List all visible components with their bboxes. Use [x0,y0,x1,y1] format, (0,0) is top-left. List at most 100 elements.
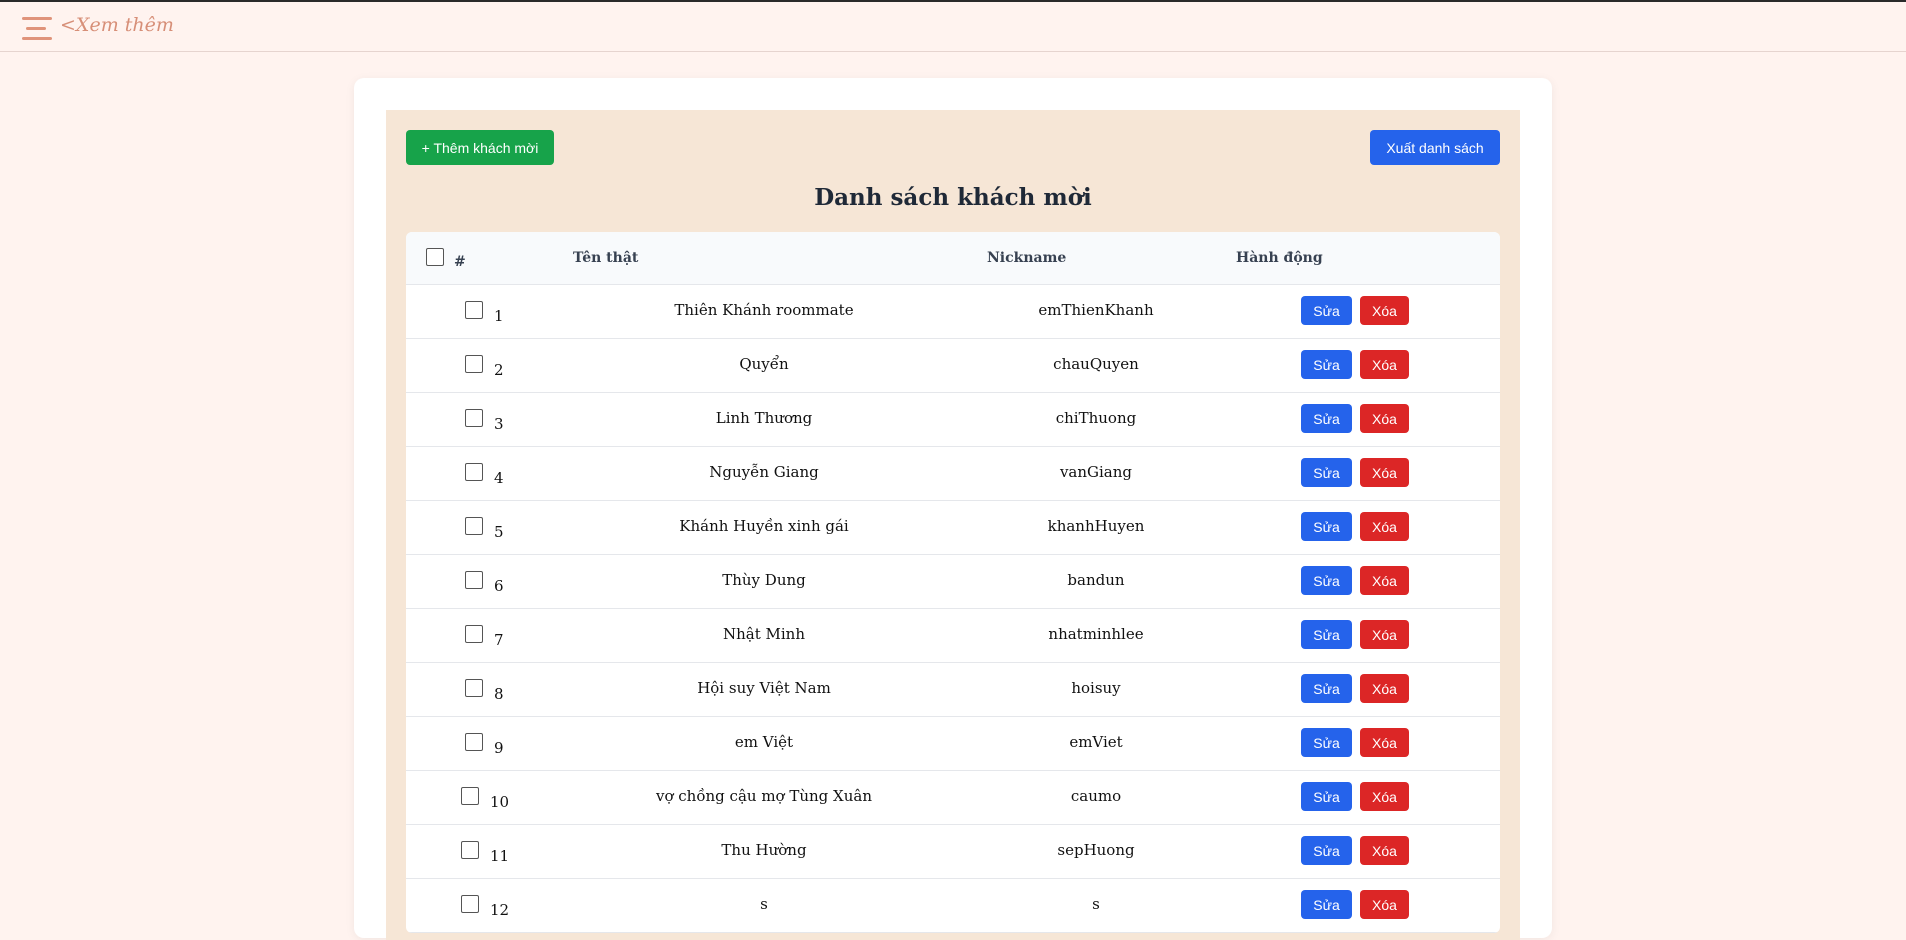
row-real-name: s [760,895,768,913]
table-row: 6 Thùy Dung bandun Sửa Xóa [406,555,1500,609]
edit-button[interactable]: Sửa [1301,620,1352,649]
edit-button[interactable]: Sửa [1301,404,1352,433]
row-index: 4 [494,469,504,487]
row-nickname: s [1092,895,1100,913]
row-nickname: emThienKhanh [1038,301,1154,319]
see-more-link[interactable]: <Xem thêm [60,14,174,36]
add-guest-button[interactable]: + Thêm khách mời [406,130,554,165]
row-nickname: caumo [1070,787,1122,805]
delete-button[interactable]: Xóa [1360,566,1409,595]
table-row: 12 s s Sửa Xóa [406,879,1500,933]
row-checkbox[interactable] [465,463,483,481]
row-real-name: Quyển [739,355,789,373]
row-checkbox[interactable] [461,895,479,913]
edit-button[interactable]: Sửa [1301,458,1352,487]
table-row: 5 Khánh Huyền xinh gái khanhHuyen Sửa Xóa [406,501,1500,555]
row-checkbox[interactable] [465,409,483,427]
row-checkbox[interactable] [465,571,483,589]
table-row: 1 Thiên Khánh roommate emThienKhanh Sửa Xóa [406,285,1500,339]
row-real-name: Khánh Huyền xinh gái [679,517,849,535]
row-nickname: chiThuong [1055,409,1137,427]
edit-button[interactable]: Sửa [1301,566,1352,595]
top-bar: <Xem thêm [0,2,1906,52]
edit-button[interactable]: Sửa [1301,836,1352,865]
row-real-name: Hội suy Việt Nam [697,679,831,697]
page-title: Danh sách khách mời [814,184,1092,211]
edit-button[interactable]: Sửa [1301,296,1352,325]
hamburger-menu-icon[interactable] [22,15,52,40]
row-real-name: Linh Thương [715,409,813,427]
delete-button[interactable]: Xóa [1360,836,1409,865]
header-nickname: Nickname [987,250,1067,266]
row-real-name: em Việt [734,733,794,751]
row-index: 1 [494,307,504,325]
guest-table: # Tên thật Nickname Hành động 1 Thiên Khá… [406,232,1500,933]
table-row: 3 Linh Thương chiThuong Sửa Xóa [406,393,1500,447]
row-checkbox[interactable] [465,301,483,319]
row-real-name: Nhật Minh [722,625,805,643]
edit-button[interactable]: Sửa [1301,782,1352,811]
row-checkbox[interactable] [465,625,483,643]
delete-button[interactable]: Xóa [1360,512,1409,541]
row-index: 6 [494,577,504,595]
delete-button[interactable]: Xóa [1360,674,1409,703]
row-checkbox[interactable] [461,787,479,805]
row-real-name: Thu Hường [721,841,807,859]
main-card: + Thêm khách mời Xuất danh sách Danh sác… [354,78,1552,940]
delete-button[interactable]: Xóa [1360,296,1409,325]
export-list-button[interactable]: Xuất danh sách [1370,130,1500,165]
row-index: 11 [490,847,510,865]
row-checkbox[interactable] [465,733,483,751]
delete-button[interactable]: Xóa [1360,728,1409,757]
row-checkbox[interactable] [465,679,483,697]
delete-button[interactable]: Xóa [1360,458,1409,487]
row-checkbox[interactable] [465,517,483,535]
row-nickname: sepHuong [1057,841,1135,859]
delete-button[interactable]: Xóa [1360,782,1409,811]
table-row: 8 Hội suy Việt Nam hoisuy Sửa Xóa [406,663,1500,717]
row-real-name: Nguyễn Giang [709,463,819,481]
row-nickname: chauQuyen [1053,355,1139,373]
table-row: 2 Quyển chauQuyen Sửa Xóa [406,339,1500,393]
row-index: 10 [490,793,510,811]
row-checkbox[interactable] [461,841,479,859]
row-nickname: nhatminhlee [1048,625,1144,643]
row-index: 8 [494,685,504,703]
delete-button[interactable]: Xóa [1360,620,1409,649]
row-real-name: vợ chồng cậu mợ Tùng Xuân [656,787,872,805]
row-nickname: emViet [1069,733,1123,751]
row-index: 12 [490,901,510,919]
edit-button[interactable]: Sửa [1301,890,1352,919]
header-actions: Hành động [1236,250,1323,266]
row-checkbox[interactable] [465,355,483,373]
delete-button[interactable]: Xóa [1360,404,1409,433]
row-nickname: bandun [1067,571,1125,589]
row-index: 3 [494,415,504,433]
row-real-name: Thùy Dung [722,571,806,589]
header-real-name: Tên thật [573,250,639,266]
row-index: 7 [494,631,504,649]
table-row: 10 vợ chồng cậu mợ Tùng Xuân caumo Sửa Xóa [406,771,1500,825]
header-index: # [454,254,466,270]
edit-button[interactable]: Sửa [1301,512,1352,541]
table-header: # Tên thật Nickname Hành động [406,232,1500,285]
row-nickname: hoisuy [1071,679,1121,697]
select-all-checkbox[interactable] [426,248,444,266]
edit-button[interactable]: Sửa [1301,728,1352,757]
table-row: 9 em Việt emViet Sửa Xóa [406,717,1500,771]
row-index: 5 [494,523,504,541]
delete-button[interactable]: Xóa [1360,890,1409,919]
guest-list-panel: + Thêm khách mời Xuất danh sách Danh sác… [386,110,1520,940]
table-row: 11 Thu Hường sepHuong Sửa Xóa [406,825,1500,879]
table-row: 7 Nhật Minh nhatminhlee Sửa Xóa [406,609,1500,663]
edit-button[interactable]: Sửa [1301,350,1352,379]
table-row: 4 Nguyễn Giang vanGiang Sửa Xóa [406,447,1500,501]
row-real-name: Thiên Khánh roommate [674,301,854,319]
table-body: 1 Thiên Khánh roommate emThienKhanh Sửa Xóa 2… [406,285,1500,933]
row-nickname: vanGiang [1059,463,1133,481]
delete-button[interactable]: Xóa [1360,350,1409,379]
edit-button[interactable]: Sửa [1301,674,1352,703]
row-nickname: khanhHuyen [1047,517,1145,535]
row-index: 2 [494,361,504,379]
row-index: 9 [494,739,504,757]
